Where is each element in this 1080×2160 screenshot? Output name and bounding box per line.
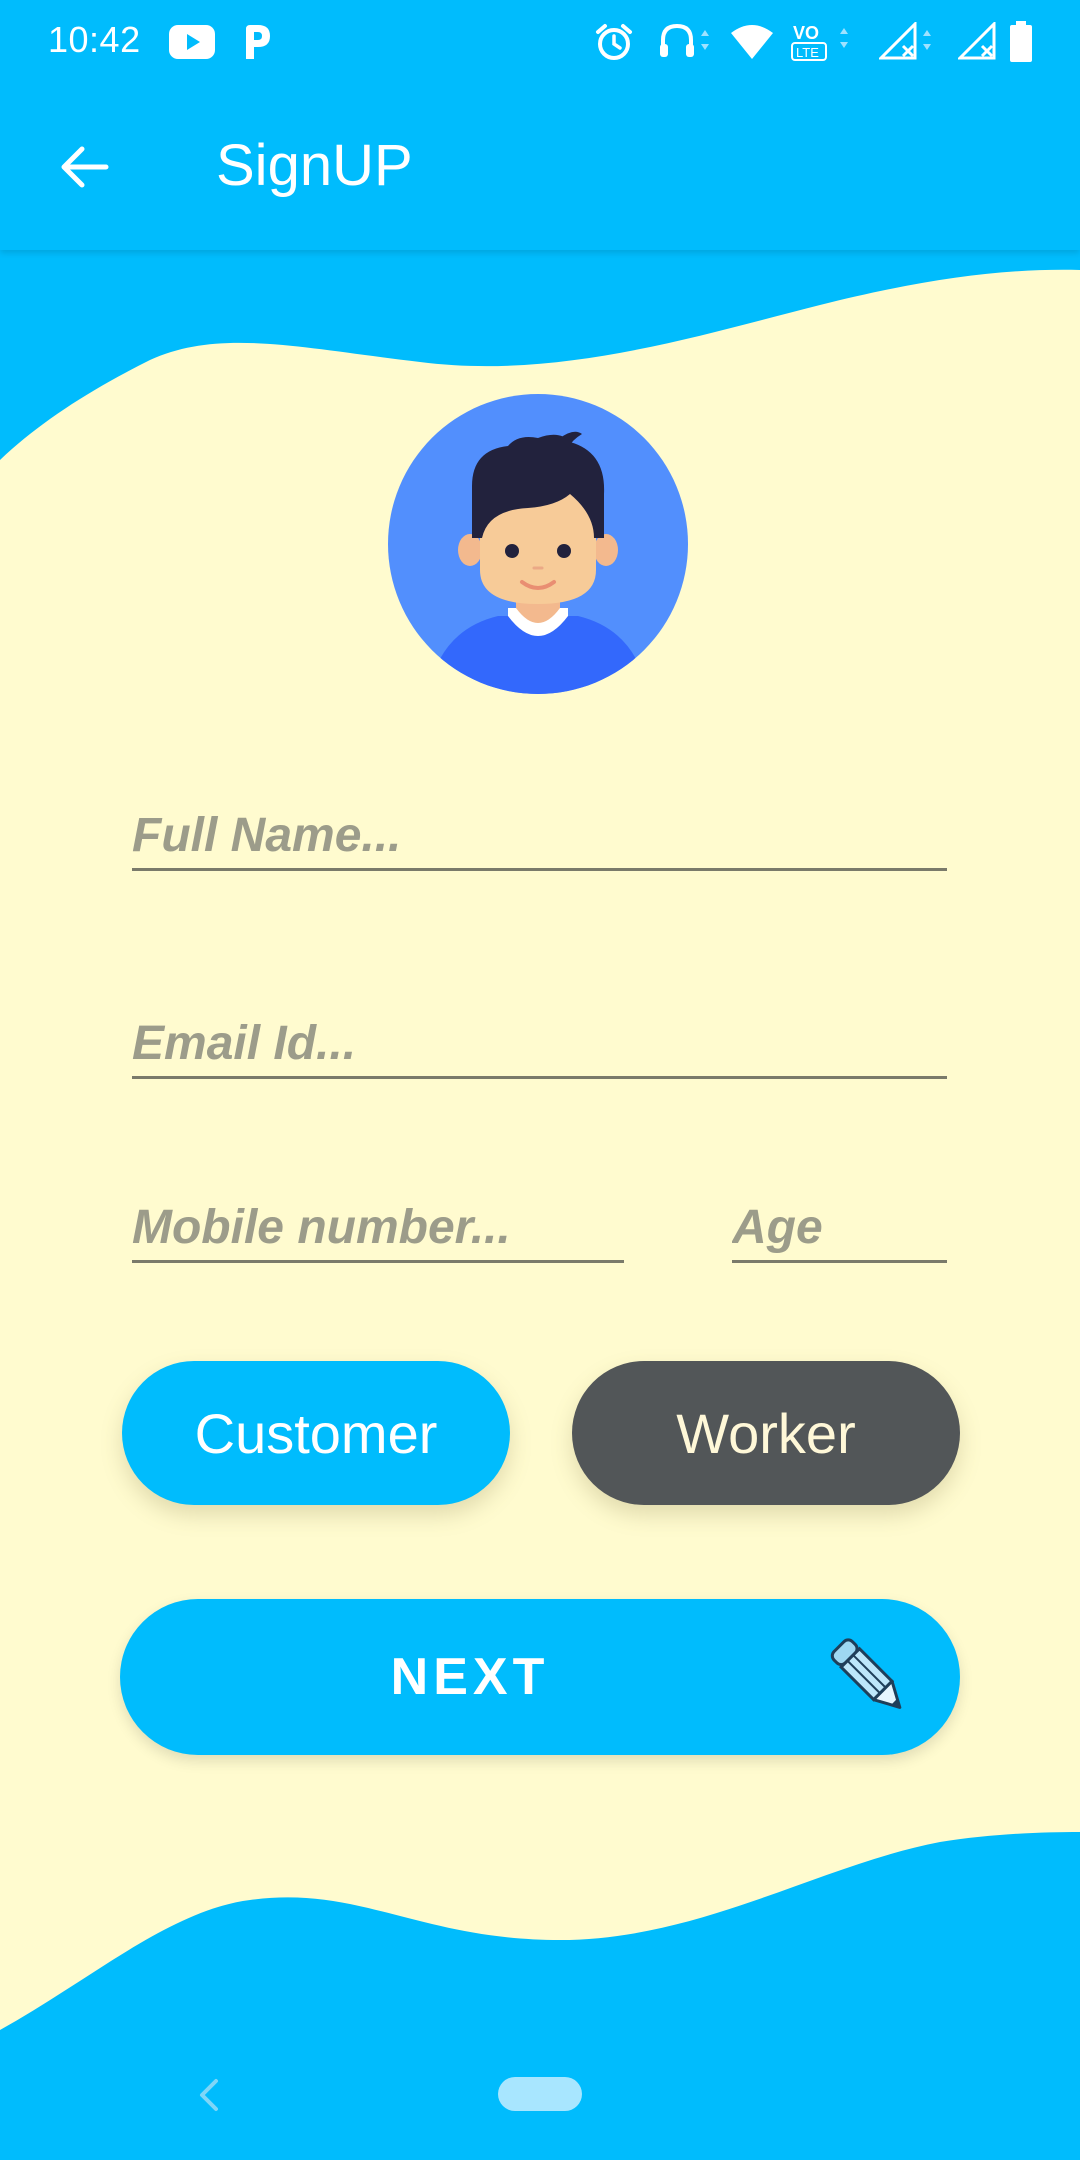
youtube-icon [168,18,216,66]
svg-text:VO: VO [793,23,819,43]
next-button[interactable]: NEXT [120,1599,960,1755]
mobile-input[interactable] [132,1194,624,1260]
age-field [732,1194,947,1263]
email-input[interactable] [132,1010,947,1076]
chevron-left-icon [200,2079,218,2111]
arrow-left-icon [61,146,109,188]
status-bar: 10:42 VO LTE [0,0,1080,84]
age-input[interactable] [732,1194,947,1260]
full-name-field [132,802,947,871]
parking-p-icon [240,18,274,66]
pencil-icon [820,1629,916,1725]
volte-icon: VO LTE [788,18,858,66]
email-field [132,1010,947,1079]
customer-button[interactable]: Customer [122,1361,510,1505]
full-name-input[interactable] [132,802,947,868]
page-title: SignUP [216,133,413,198]
next-button-label: NEXT [390,1648,550,1706]
nav-back-button[interactable] [184,2070,234,2120]
wifi-icon [728,18,776,66]
back-button[interactable] [46,129,122,205]
nav-home-button[interactable] [498,2077,582,2111]
mobile-field [132,1194,624,1263]
headset-icon [656,18,716,66]
app-bar: SignUP [0,84,1080,250]
avatar[interactable] [388,394,688,694]
worker-button[interactable]: Worker [572,1361,960,1505]
battery-icon [1006,18,1036,66]
signup-screen: 10:42 VO LTE SignUP Full Name... Email I… [0,0,1080,2160]
alarm-icon [592,18,636,66]
status-time: 10:42 [48,19,141,60]
user-avatar-icon [388,394,688,694]
svg-text:LTE: LTE [796,45,819,60]
cell-signal-icon [958,18,998,66]
cell-signal-icon [878,18,938,66]
